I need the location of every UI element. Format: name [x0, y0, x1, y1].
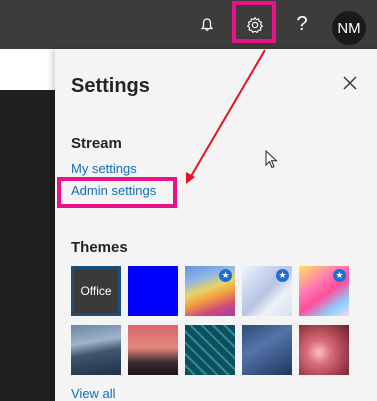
annotation-arrow-icon [186, 49, 266, 184]
